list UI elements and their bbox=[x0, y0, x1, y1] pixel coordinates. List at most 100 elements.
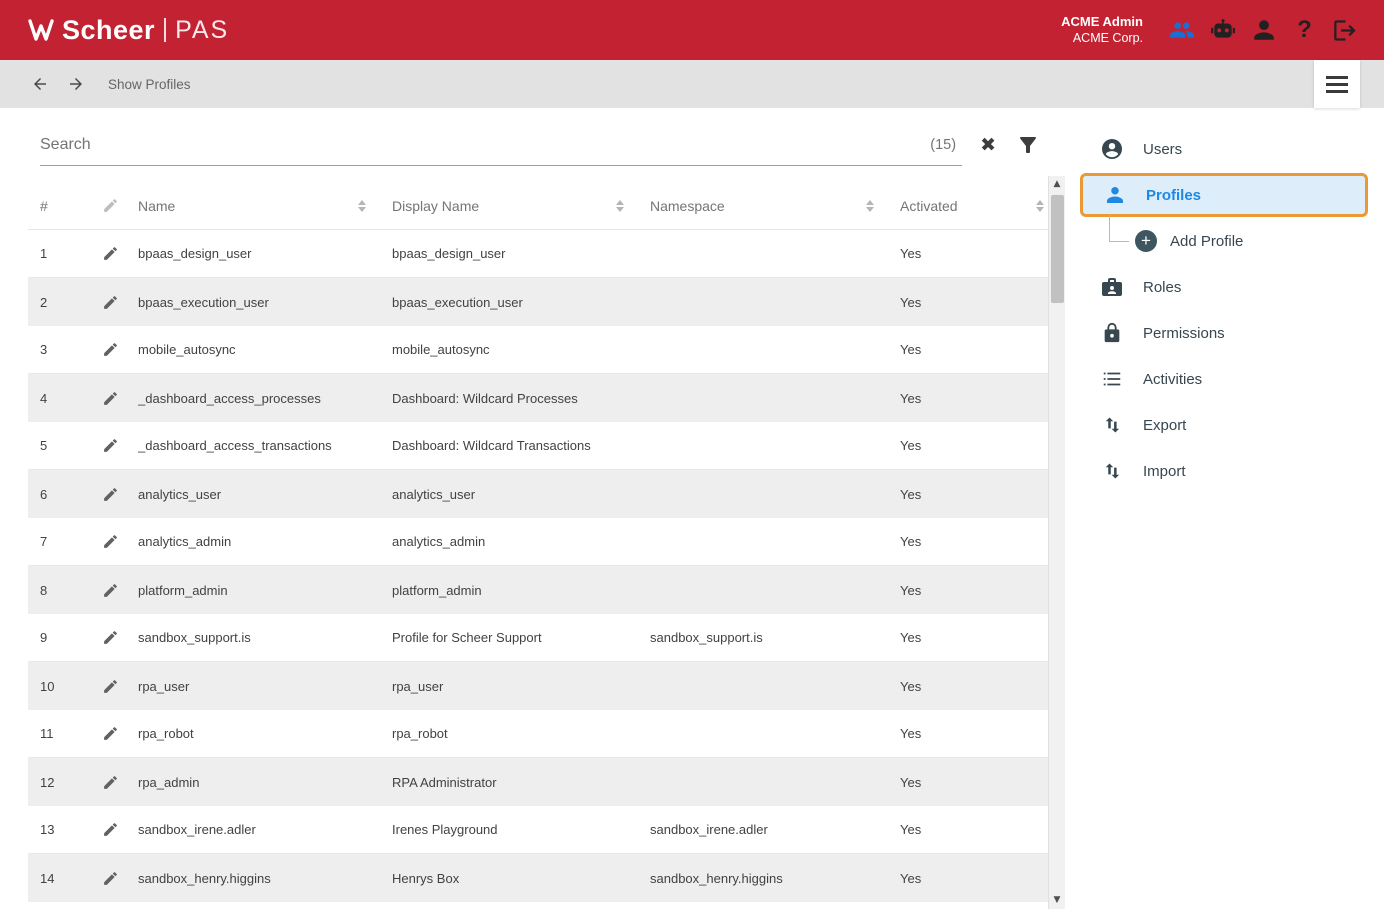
col-label: Display Name bbox=[392, 198, 479, 214]
edit-icon bbox=[102, 774, 119, 791]
table-row[interactable]: 9 sandbox_support.is Profile for Scheer … bbox=[28, 614, 1048, 662]
row-name: rpa_user bbox=[138, 679, 392, 694]
back-arrow-icon[interactable] bbox=[30, 75, 50, 93]
sidebar-item-activities[interactable]: Activities bbox=[1065, 356, 1384, 402]
table-row[interactable]: 7 analytics_admin analytics_admin Yes bbox=[28, 518, 1048, 566]
sort-icon[interactable] bbox=[1036, 200, 1044, 212]
roles-icon bbox=[1100, 275, 1124, 299]
row-number: 3 bbox=[28, 342, 102, 357]
edit-icon bbox=[102, 294, 119, 311]
edit-profile-button[interactable] bbox=[102, 870, 138, 887]
row-activated: Yes bbox=[900, 391, 1048, 406]
help-icon[interactable]: ? bbox=[1284, 8, 1325, 52]
row-number: 10 bbox=[28, 679, 102, 694]
col-header-name[interactable]: Name bbox=[138, 198, 392, 214]
col-header-display-name[interactable]: Display Name bbox=[392, 198, 650, 214]
sidebar-item-roles[interactable]: Roles bbox=[1065, 264, 1384, 310]
edit-profile-button[interactable] bbox=[102, 245, 138, 262]
table-row[interactable]: 6 analytics_user analytics_user Yes bbox=[28, 470, 1048, 518]
row-display-name: bpaas_design_user bbox=[392, 246, 650, 261]
edit-profile-button[interactable] bbox=[102, 294, 138, 311]
scroll-up-icon[interactable]: ▲ bbox=[1054, 176, 1061, 193]
edit-profile-button[interactable] bbox=[102, 533, 138, 550]
table-row[interactable]: 2 bpaas_execution_user bpaas_execution_u… bbox=[28, 278, 1048, 326]
sidebar-item-export[interactable]: Export bbox=[1065, 402, 1384, 448]
row-activated: Yes bbox=[900, 534, 1048, 549]
forward-arrow-icon[interactable] bbox=[66, 75, 86, 93]
search-input[interactable] bbox=[40, 136, 922, 154]
result-count: (15) bbox=[930, 137, 956, 153]
table-row[interactable]: 13 sandbox_irene.adler Irenes Playground… bbox=[28, 806, 1048, 854]
edit-profile-button[interactable] bbox=[102, 437, 138, 454]
edit-profile-button[interactable] bbox=[102, 678, 138, 695]
row-activated: Yes bbox=[900, 487, 1048, 502]
logout-icon[interactable] bbox=[1325, 8, 1366, 52]
table-row[interactable]: 12 rpa_admin RPA Administrator Yes bbox=[28, 758, 1048, 806]
top-bar: Scheer PAS ACME Admin ACME Corp. ? bbox=[0, 0, 1384, 60]
sidebar-item-import[interactable]: Import bbox=[1065, 448, 1384, 494]
logo-separator bbox=[164, 18, 166, 42]
sort-icon[interactable] bbox=[616, 200, 624, 212]
row-number: 6 bbox=[28, 487, 102, 502]
filter-icon[interactable] bbox=[1016, 133, 1040, 157]
edit-profile-button[interactable] bbox=[102, 341, 138, 358]
bot-icon[interactable] bbox=[1202, 8, 1243, 52]
sidebar-item-users[interactable]: Users bbox=[1065, 126, 1384, 172]
sidebar-item-label: Permissions bbox=[1143, 325, 1225, 342]
hamburger-menu-icon[interactable] bbox=[1314, 60, 1360, 108]
row-namespace: sandbox_irene.adler bbox=[650, 822, 900, 837]
sort-icon[interactable] bbox=[866, 200, 874, 212]
edit-icon bbox=[102, 341, 119, 358]
table-row[interactable]: 4 _dashboard_access_processes Dashboard:… bbox=[28, 374, 1048, 422]
edit-profile-button[interactable] bbox=[102, 774, 138, 791]
row-number: 13 bbox=[28, 822, 102, 837]
row-display-name: bpaas_execution_user bbox=[392, 295, 650, 310]
row-display-name: Profile for Scheer Support bbox=[392, 630, 650, 645]
row-display-name: Dashboard: Wildcard Transactions bbox=[392, 438, 650, 453]
row-display-name: Dashboard: Wildcard Processes bbox=[392, 391, 650, 406]
table-row[interactable]: 3 mobile_autosync mobile_autosync Yes bbox=[28, 326, 1048, 374]
edit-profile-button[interactable] bbox=[102, 629, 138, 646]
col-header-activated[interactable]: Activated bbox=[900, 198, 1048, 214]
table-row[interactable]: 5 _dashboard_access_transactions Dashboa… bbox=[28, 422, 1048, 470]
table-row[interactable]: 10 rpa_user rpa_user Yes bbox=[28, 662, 1048, 710]
table-header-row: # Name Display Name Namespace bbox=[28, 182, 1048, 230]
sidebar-item-label: Import bbox=[1143, 463, 1186, 480]
admin-sidebar: Users Profiles + Add Profile Roles bbox=[1065, 108, 1384, 909]
scroll-down-icon[interactable]: ▼ bbox=[1054, 892, 1061, 909]
user-management-icon[interactable] bbox=[1161, 8, 1202, 52]
edit-profile-button[interactable] bbox=[102, 725, 138, 742]
row-activated: Yes bbox=[900, 630, 1048, 645]
row-number: 5 bbox=[28, 438, 102, 453]
row-display-name: Irenes Playground bbox=[392, 822, 650, 837]
row-name: sandbox_irene.adler bbox=[138, 822, 392, 837]
row-display-name: rpa_user bbox=[392, 679, 650, 694]
table-scrollbar[interactable]: ▲ ▼ bbox=[1048, 176, 1065, 909]
edit-profile-button[interactable] bbox=[102, 582, 138, 599]
row-display-name: rpa_robot bbox=[392, 726, 650, 741]
row-display-name: analytics_user bbox=[392, 487, 650, 502]
scrollbar-thumb[interactable] bbox=[1051, 195, 1064, 303]
sidebar-item-permissions[interactable]: Permissions bbox=[1065, 310, 1384, 356]
table-row[interactable]: 8 platform_admin platform_admin Yes bbox=[28, 566, 1048, 614]
table-row[interactable]: 1 bpaas_design_user bpaas_design_user Ye… bbox=[28, 230, 1048, 278]
profile-icon[interactable] bbox=[1243, 8, 1284, 52]
sidebar-item-add-profile[interactable]: + Add Profile bbox=[1065, 218, 1384, 264]
edit-profile-button[interactable] bbox=[102, 390, 138, 407]
top-icon-bar: ? bbox=[1161, 8, 1366, 52]
table-row[interactable]: 14 sandbox_henry.higgins Henrys Box sand… bbox=[28, 854, 1048, 902]
clear-search-icon[interactable]: ✖ bbox=[980, 134, 996, 156]
edit-profile-button[interactable] bbox=[102, 821, 138, 838]
help-glyph: ? bbox=[1297, 16, 1312, 44]
sidebar-item-profiles[interactable]: Profiles bbox=[1080, 173, 1368, 217]
sort-icon[interactable] bbox=[358, 200, 366, 212]
activities-list-icon bbox=[1100, 368, 1124, 390]
table-row[interactable]: 11 rpa_robot rpa_robot Yes bbox=[28, 710, 1048, 758]
sidebar-item-label: Activities bbox=[1143, 371, 1202, 388]
row-activated: Yes bbox=[900, 342, 1048, 357]
profiles-table: # Name Display Name Namespace bbox=[28, 182, 1048, 902]
edit-icon bbox=[102, 197, 119, 214]
edit-profile-button[interactable] bbox=[102, 486, 138, 503]
col-header-namespace[interactable]: Namespace bbox=[650, 198, 900, 214]
import-icon bbox=[1100, 461, 1124, 481]
